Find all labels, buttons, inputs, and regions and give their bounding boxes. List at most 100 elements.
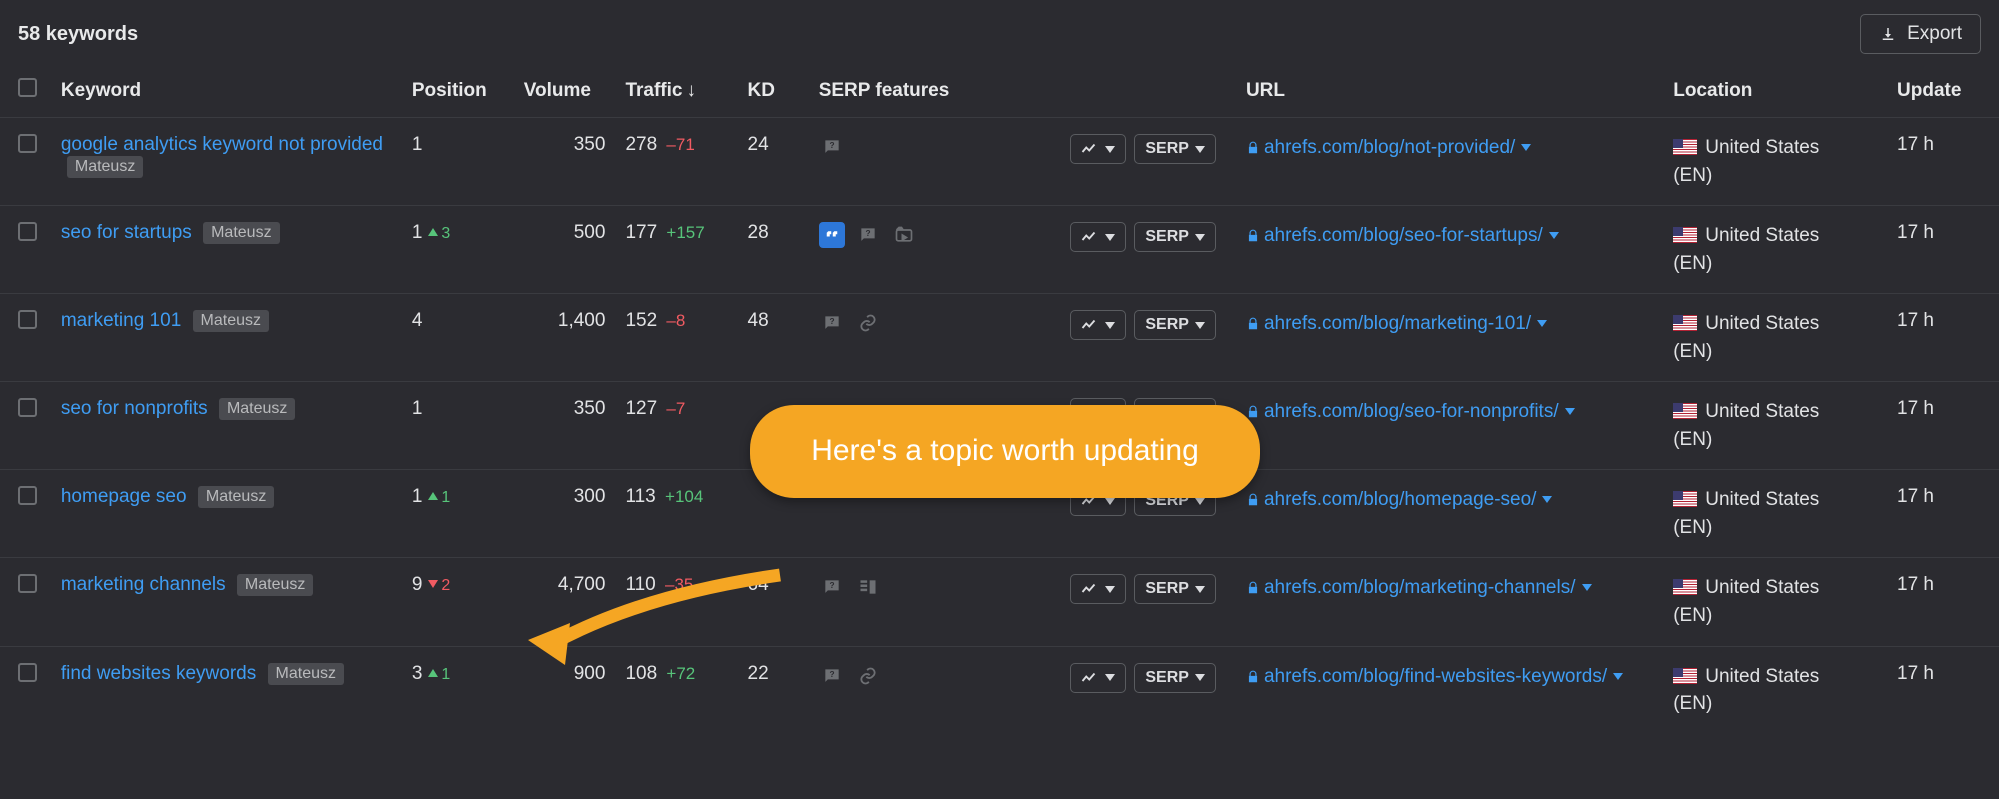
serp-button[interactable]: SERP bbox=[1134, 663, 1216, 693]
col-keyword[interactable]: Keyword bbox=[51, 64, 402, 118]
keyword-link[interactable]: find websites keywords bbox=[61, 663, 256, 684]
traffic-delta: –8 bbox=[666, 311, 685, 330]
url-dropdown-icon[interactable] bbox=[1549, 232, 1559, 239]
chevron-down-icon bbox=[1195, 322, 1205, 329]
url-link[interactable]: ahrefs.com/blog/marketing-101/ bbox=[1264, 313, 1531, 334]
traffic-delta: +157 bbox=[666, 223, 704, 242]
keyword-tag[interactable]: Mateusz bbox=[219, 398, 295, 420]
table-row: find websites keywords Mateusz31900108 +… bbox=[0, 646, 1999, 734]
url-link[interactable]: ahrefs.com/blog/seo-for-nonprofits/ bbox=[1264, 401, 1559, 422]
url-link[interactable]: ahrefs.com/blog/seo-for-startups/ bbox=[1264, 225, 1543, 246]
us-flag-icon bbox=[1673, 139, 1697, 155]
location-lang: (EN) bbox=[1673, 517, 1712, 538]
col-location[interactable]: Location bbox=[1663, 64, 1887, 118]
url-dropdown-icon[interactable] bbox=[1537, 320, 1547, 327]
location-country: United States bbox=[1705, 577, 1819, 598]
position-value: 3 bbox=[412, 663, 423, 684]
col-position[interactable]: Position bbox=[402, 64, 514, 118]
position-value: 1 bbox=[412, 134, 423, 155]
keyword-link[interactable]: marketing 101 bbox=[61, 310, 181, 331]
keyword-link[interactable]: seo for startups bbox=[61, 222, 192, 243]
row-checkbox[interactable] bbox=[18, 663, 37, 682]
keyword-link[interactable]: homepage seo bbox=[61, 486, 187, 507]
table-row: seo for startups Mateusz13500177 +15728?… bbox=[0, 206, 1999, 294]
chevron-down-icon bbox=[1195, 674, 1205, 681]
serp-button[interactable]: SERP bbox=[1134, 222, 1216, 252]
chevron-down-icon bbox=[1105, 146, 1115, 153]
arrow-down-icon bbox=[428, 580, 438, 588]
location-country: United States bbox=[1705, 489, 1819, 510]
faq-icon: ? bbox=[819, 574, 845, 600]
keyword-link[interactable]: google analytics keyword not provided bbox=[61, 134, 383, 155]
col-volume[interactable]: Volume bbox=[514, 64, 616, 118]
col-update[interactable]: Update bbox=[1887, 64, 1999, 118]
serp-button[interactable]: SERP bbox=[1134, 134, 1216, 164]
kd-value: 24 bbox=[748, 134, 769, 155]
us-flag-icon bbox=[1673, 668, 1697, 684]
row-checkbox[interactable] bbox=[18, 310, 37, 329]
position-delta: 2 bbox=[441, 577, 450, 594]
url-dropdown-icon[interactable] bbox=[1565, 408, 1575, 415]
serp-button[interactable]: SERP bbox=[1134, 574, 1216, 604]
traffic-value: 152 bbox=[625, 310, 657, 331]
serp-features: ? bbox=[819, 574, 1013, 600]
url-link[interactable]: ahrefs.com/blog/marketing-channels/ bbox=[1264, 577, 1576, 598]
table-row: marketing channels Mateusz924,700110 –35… bbox=[0, 558, 1999, 646]
col-url[interactable]: URL bbox=[1236, 64, 1663, 118]
serp-features: ? bbox=[819, 310, 1013, 336]
keyword-tag[interactable]: Mateusz bbox=[268, 663, 344, 685]
position-value: 9 bbox=[412, 574, 423, 595]
trend-button[interactable] bbox=[1070, 310, 1126, 340]
location-country: United States bbox=[1705, 401, 1819, 422]
lock-icon bbox=[1246, 581, 1260, 595]
update-value: 17 h bbox=[1897, 398, 1934, 419]
row-checkbox[interactable] bbox=[18, 574, 37, 593]
col-traffic[interactable]: Traffic↓ bbox=[615, 64, 737, 118]
lock-icon bbox=[1246, 141, 1260, 155]
select-all-checkbox[interactable] bbox=[18, 78, 37, 97]
traffic-value: 113 bbox=[625, 486, 655, 507]
keyword-link[interactable]: marketing channels bbox=[61, 574, 226, 595]
chevron-down-icon bbox=[1195, 234, 1205, 241]
keyword-count: 58 keywords bbox=[18, 23, 138, 46]
serp-button[interactable]: SERP bbox=[1134, 310, 1216, 340]
keyword-tag[interactable]: Mateusz bbox=[203, 222, 279, 244]
chevron-down-icon bbox=[1105, 234, 1115, 241]
keyword-tag[interactable]: Mateusz bbox=[67, 156, 143, 178]
location-cell: United States(EN) bbox=[1673, 222, 1877, 277]
url-dropdown-icon[interactable] bbox=[1582, 584, 1592, 591]
row-checkbox[interactable] bbox=[18, 486, 37, 505]
row-checkbox[interactable] bbox=[18, 134, 37, 153]
row-checkbox[interactable] bbox=[18, 398, 37, 417]
url-dropdown-icon[interactable] bbox=[1542, 496, 1552, 503]
us-flag-icon bbox=[1673, 403, 1697, 419]
trend-button[interactable] bbox=[1070, 222, 1126, 252]
row-checkbox[interactable] bbox=[18, 222, 37, 241]
svg-text:?: ? bbox=[829, 316, 834, 326]
export-button[interactable]: Export bbox=[1860, 14, 1981, 54]
col-kd[interactable]: KD bbox=[738, 64, 809, 118]
traffic-delta: –71 bbox=[666, 135, 694, 154]
url-dropdown-icon[interactable] bbox=[1613, 673, 1623, 680]
url-dropdown-icon[interactable] bbox=[1521, 144, 1531, 151]
video-icon bbox=[891, 222, 917, 248]
keyword-tag[interactable]: Mateusz bbox=[198, 486, 274, 508]
keyword-tag[interactable]: Mateusz bbox=[237, 574, 313, 596]
trend-button[interactable] bbox=[1070, 574, 1126, 604]
trend-button[interactable] bbox=[1070, 134, 1126, 164]
url-link[interactable]: ahrefs.com/blog/not-provided/ bbox=[1264, 137, 1515, 158]
location-cell: United States(EN) bbox=[1673, 134, 1877, 189]
trend-button[interactable] bbox=[1070, 663, 1126, 693]
chevron-down-icon bbox=[1195, 498, 1205, 505]
keyword-link[interactable]: seo for nonprofits bbox=[61, 398, 208, 419]
export-label: Export bbox=[1907, 23, 1962, 45]
lock-icon bbox=[1246, 317, 1260, 331]
us-flag-icon bbox=[1673, 579, 1697, 595]
sort-desc-icon: ↓ bbox=[686, 80, 696, 102]
url-link[interactable]: ahrefs.com/blog/find-websites-keywords/ bbox=[1264, 666, 1607, 687]
kd-value: 48 bbox=[748, 310, 769, 331]
keyword-tag[interactable]: Mateusz bbox=[193, 310, 269, 332]
url-link[interactable]: ahrefs.com/blog/homepage-seo/ bbox=[1264, 489, 1537, 510]
col-serp-features[interactable]: SERP features bbox=[809, 64, 1023, 118]
volume-value: 500 bbox=[574, 222, 606, 243]
